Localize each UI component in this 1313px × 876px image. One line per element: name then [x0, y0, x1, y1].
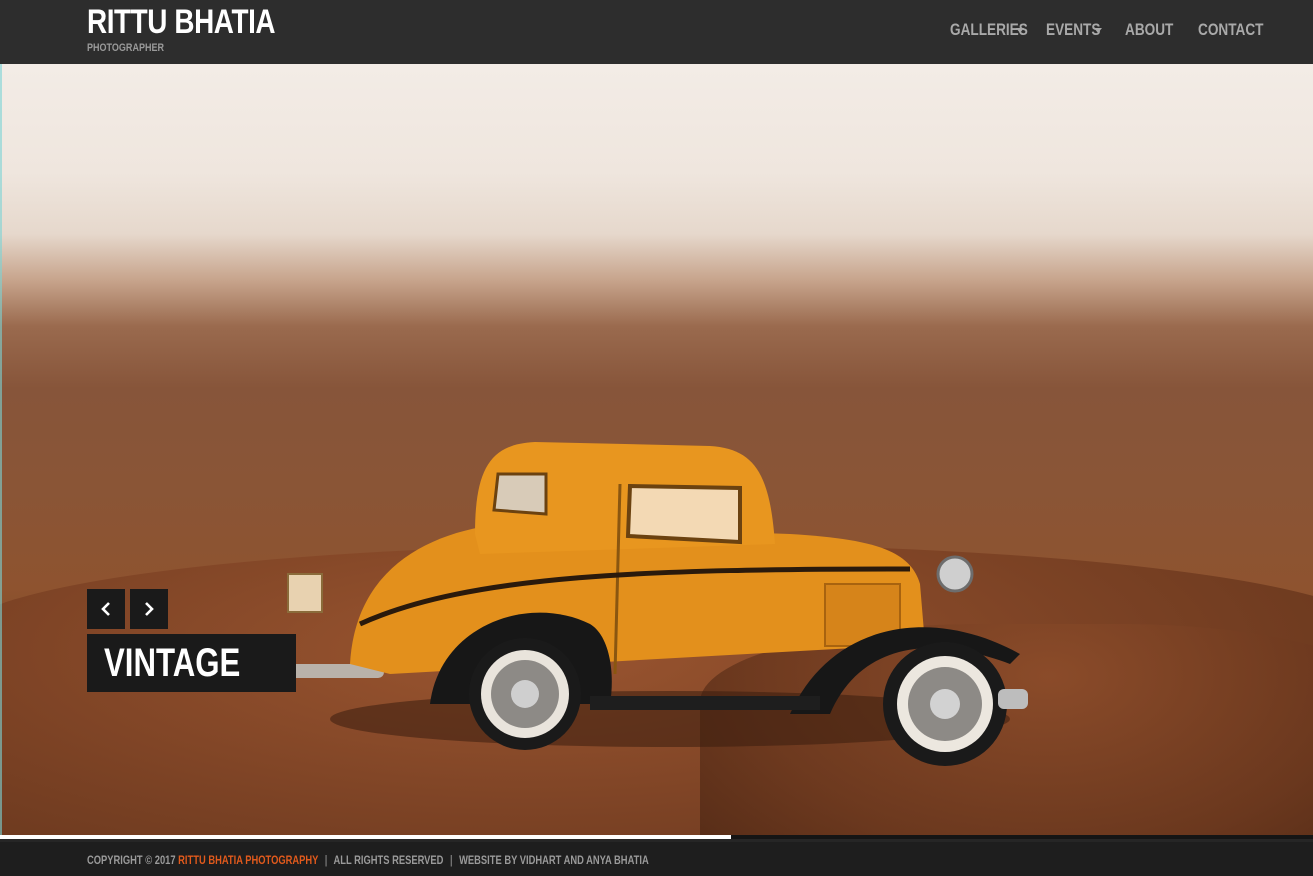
nav-item-galleries[interactable]: GALLERIES — [950, 18, 1047, 42]
chevron-right-icon — [145, 602, 154, 616]
hero-slideshow: VINTAGE — [0, 64, 1313, 836]
hero-edge-line — [0, 64, 2, 836]
slide-caption-text: VINTAGE — [104, 641, 241, 685]
nav-item-label: ABOUT — [1125, 20, 1174, 39]
slider-prev-button[interactable] — [87, 589, 125, 629]
slide-caption[interactable]: VINTAGE — [87, 634, 296, 692]
chevron-down-icon — [1016, 28, 1024, 33]
footer-rights: ALL RIGHTS RESERVED — [333, 853, 444, 867]
footer-credits: WEBSITE BY VIDHART AND ANYA BHATIA — [459, 853, 649, 867]
brand-name[interactable]: RITTU BHATIA — [87, 4, 276, 40]
chevron-left-icon — [101, 602, 110, 616]
nav-item-about[interactable]: ABOUT — [1125, 18, 1185, 42]
slider-next-button[interactable] — [130, 589, 168, 629]
nav-item-events[interactable]: EVENTS — [1046, 18, 1114, 42]
footer-separator: | — [324, 853, 328, 867]
chevron-down-icon — [1094, 28, 1102, 33]
nav-item-contact[interactable]: CONTACT — [1198, 18, 1280, 42]
nav-item-label: CONTACT — [1198, 20, 1264, 39]
footer-copyright-line: COPYRIGHT © 2017 RITTU BHATIA PHOTOGRAPH… — [87, 853, 649, 867]
footer-studio-link[interactable]: RITTU BHATIA PHOTOGRAPHY — [178, 853, 318, 867]
brand-subtitle: PHOTOGRAPHER — [87, 42, 165, 54]
brand-logo[interactable]: RITTU BHATIA PHOTOGRAPHER — [87, 4, 316, 54]
vintage-toy-car-image — [274, 442, 1028, 766]
footer-copyright: COPYRIGHT © 2017 — [87, 853, 176, 867]
site-header: RITTU BHATIA PHOTOGRAPHER GALLERIES EVEN… — [0, 0, 1313, 64]
nav-item-label: EVENTS — [1046, 20, 1101, 39]
footer-separator: | — [449, 853, 453, 867]
site-footer: COPYRIGHT © 2017 RITTU BHATIA PHOTOGRAPH… — [0, 839, 1313, 876]
